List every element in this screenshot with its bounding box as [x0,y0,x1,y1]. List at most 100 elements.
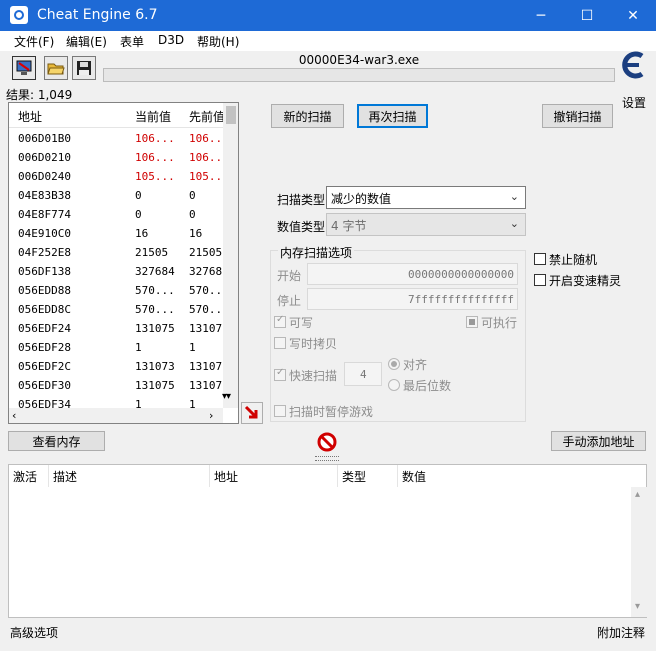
new-scan-button[interactable]: 新的扫描 [271,104,344,128]
next-scan-button[interactable]: 再次扫描 [357,104,428,128]
table-row[interactable]: 056EDF2C 131073 13107 [9,357,223,376]
stop-address-value: 7fffffffffffffff [408,293,514,306]
cheat-engine-logo-icon [622,51,644,79]
speedhack-checkbox[interactable] [534,274,546,286]
chevron-down-icon: ⌄ [509,190,519,203]
column-address[interactable]: 地址 [214,468,238,485]
row-address: 006D01B0 [18,132,71,145]
table-row[interactable]: 006D0240 105... 105... [9,167,223,186]
column-previous-value[interactable]: 先前值 [189,108,223,125]
open-file-button[interactable] [44,56,68,80]
column-divider [397,465,398,487]
row-previous-value: 1 [189,341,196,354]
scroll-thumb[interactable] [226,106,236,124]
row-previous-value: 13107 [189,360,223,373]
advanced-options-link[interactable]: 高级选项 [10,624,58,641]
memory-scan-options-label: 内存扫描选项 [278,244,355,261]
row-current-value: 106... [135,151,175,164]
table-row[interactable]: 006D0210 106... 106... [9,148,223,167]
copy-on-write-checkbox[interactable] [274,337,286,349]
list-horizontal-scrollbar[interactable]: ‹ › [9,408,223,423]
stop-scan-button[interactable] [317,432,337,452]
value-type-select[interactable]: 4 字节 ⌄ [326,213,526,236]
menu-table[interactable]: 表单 [120,33,144,50]
column-type[interactable]: 类型 [342,468,366,485]
row-address: 04F252E8 [18,246,71,259]
last-digits-radio[interactable] [388,379,400,391]
executable-checkbox[interactable] [466,316,478,328]
scroll-down-icon[interactable]: ▾ [635,601,640,612]
fast-scan-checkbox[interactable]: ✓ [274,367,286,381]
column-description[interactable]: 描述 [53,468,77,485]
list-vertical-scrollbar[interactable]: ▾ [223,103,238,408]
fast-scan-alignment-field[interactable]: 4 [344,362,382,386]
table-row[interactable]: 006D01B0 106... 106... [9,129,223,148]
column-active[interactable]: 激活 [13,468,37,485]
start-label: 开始 [277,269,302,283]
scroll-right-icon[interactable]: › [209,409,213,422]
align-radio[interactable] [388,358,400,370]
table-row[interactable]: 056EDD88 570... 570... [9,281,223,300]
row-address: 006D0210 [18,151,71,164]
scroll-left-icon[interactable]: ‹ [12,409,16,422]
menu-d3d[interactable]: D3D [158,33,184,47]
row-previous-value: 0 [189,208,196,221]
close-button[interactable]: ✕ [610,0,656,31]
disable-random-checkbox[interactable] [534,253,546,265]
open-process-button[interactable] [12,56,36,80]
add-address-button[interactable]: 手动添加地址 [551,431,646,451]
row-previous-value: 13107 [189,322,223,335]
scan-results-list[interactable]: 地址 当前值 先前值 006D01B0 106... 106... 006D0210 1… [8,102,239,424]
menu-edit[interactable]: 编辑(E) [66,33,107,50]
copy-to-table-button[interactable] [241,402,263,424]
stop-label: 停止 [277,294,302,308]
writable-checkbox[interactable]: ✓ [274,314,286,328]
row-previous-value: 106... [189,132,223,145]
table-row[interactable]: 04E8F774 0 0 [9,205,223,224]
settings-button[interactable]: 设置 [618,50,650,110]
splitter-handle[interactable] [315,456,339,461]
maximize-button[interactable]: ☐ [564,0,610,31]
table-row[interactable]: 056EDF24 131075 13107 [9,319,223,338]
table-row[interactable]: 056EDF30 131075 13107 [9,376,223,395]
undo-scan-button[interactable]: 撤销扫描 [542,104,613,128]
process-name: 00000E34-war3.exe [298,53,420,67]
scroll-up-icon[interactable]: ▴ [635,489,640,500]
start-address-field[interactable]: 0000000000000000 [307,263,518,285]
stop-address-field[interactable]: 7fffffffffffffff [307,288,518,310]
table-comments-link[interactable]: 附加注释 [597,624,645,641]
cheat-table[interactable]: 激活 描述 地址 类型 数值 ▴ ▾ [8,464,647,618]
table-row[interactable]: 056DF138 327684 32768 [9,262,223,281]
row-previous-value: 13107 [189,379,223,392]
menu-bar: 文件(F) 编辑(E) 表单 D3D 帮助(H) [0,31,656,51]
title-bar: Cheat Engine 6.7 ─ ☐ ✕ [0,0,656,31]
last-digits-label: 最后位数 [403,379,452,393]
table-row[interactable]: 04E83B38 0 0 [9,186,223,205]
column-current-value[interactable]: 当前值 [135,108,171,125]
table-row[interactable]: 056EDD8C 570... 570... [9,300,223,319]
column-address[interactable]: 地址 [18,108,42,125]
scan-type-select[interactable]: 减少的数值 ⌄ [326,186,526,209]
row-address: 056EDF2C [18,360,71,373]
arrow-down-right-icon [244,405,258,419]
row-address: 056EDF30 [18,379,71,392]
save-button[interactable] [72,56,96,80]
column-value[interactable]: 数值 [402,468,426,485]
table-row[interactable]: 04F252E8 21505 21505 [9,243,223,262]
menu-file[interactable]: 文件(F) [14,33,54,50]
copy-on-write-label: 写时拷贝 [289,337,338,351]
cheat-engine-icon [10,6,28,24]
fast-scan-value: 4 [360,368,367,381]
table-row[interactable]: 056EDF28 1 1 [9,338,223,357]
check-icon: ✓ [276,367,285,378]
row-address: 04E83B38 [18,189,71,202]
row-previous-value: 16 [189,227,203,240]
menu-help[interactable]: 帮助(H) [197,33,239,50]
view-memory-button[interactable]: 查看内存 [8,431,105,451]
table-row[interactable]: 04E910C0 16 16 [9,224,223,243]
row-current-value: 21505 [135,246,169,259]
value-type-value: 4 字节 [331,219,367,233]
pause-game-checkbox[interactable] [274,405,286,417]
minimize-button[interactable]: ─ [518,0,564,31]
table-vertical-scrollbar[interactable]: ▴ ▾ [631,487,647,617]
